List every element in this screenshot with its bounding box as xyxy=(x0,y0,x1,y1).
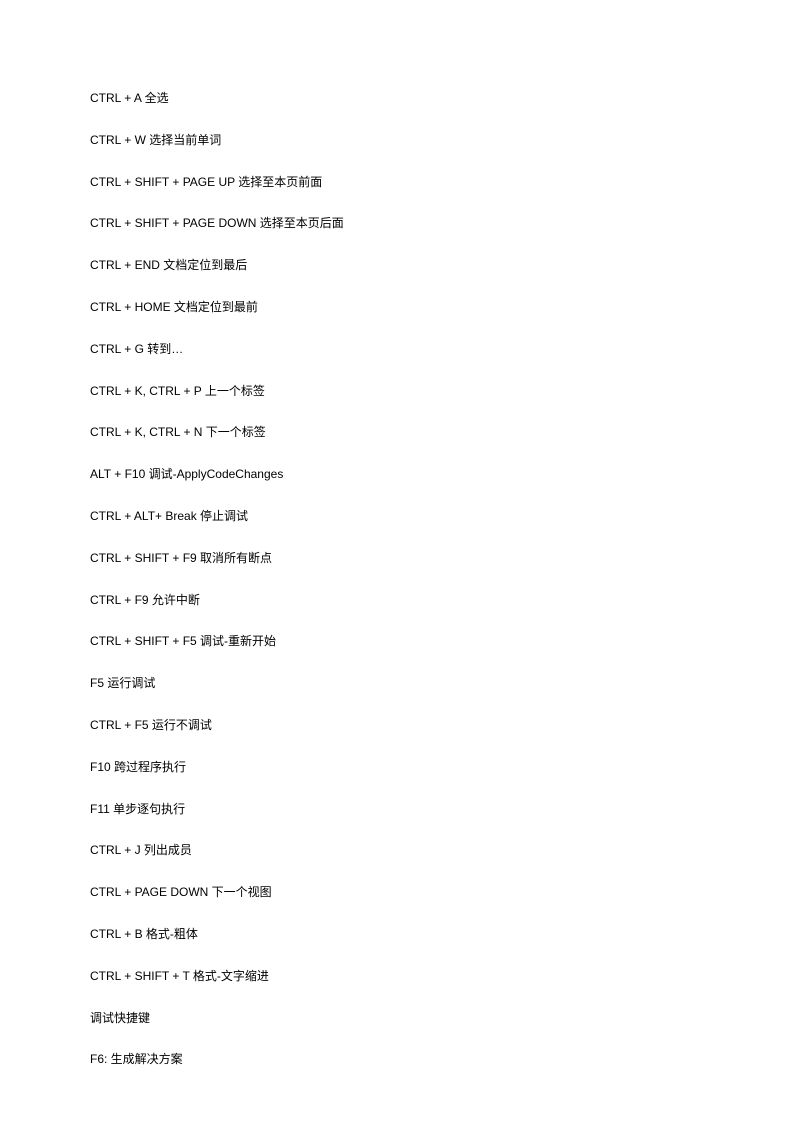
shortcut-line: F5 运行调试 xyxy=(90,675,794,692)
shortcut-line: CTRL + HOME 文档定位到最前 xyxy=(90,299,794,316)
shortcut-line: CTRL + SHIFT + PAGE UP 选择至本页前面 xyxy=(90,174,794,191)
shortcut-line: CTRL + G 转到… xyxy=(90,341,794,358)
shortcut-line: F10 跨过程序执行 xyxy=(90,759,794,776)
shortcut-line: CTRL + K, CTRL + P 上一个标签 xyxy=(90,383,794,400)
shortcut-line: CTRL + W 选择当前单词 xyxy=(90,132,794,149)
shortcut-line: CTRL + PAGE DOWN 下一个视图 xyxy=(90,884,794,901)
shortcut-line: CTRL + B 格式-粗体 xyxy=(90,926,794,943)
shortcut-line: CTRL + ALT+ Break 停止调试 xyxy=(90,508,794,525)
shortcut-line: F6: 生成解决方案 xyxy=(90,1051,794,1068)
shortcut-line: CTRL + SHIFT + T 格式-文字缩进 xyxy=(90,968,794,985)
shortcut-line: CTRL + J 列出成员 xyxy=(90,842,794,859)
shortcut-line: F11 单步逐句执行 xyxy=(90,801,794,818)
shortcut-line: CTRL + F5 运行不调试 xyxy=(90,717,794,734)
shortcut-line: CTRL + SHIFT + F9 取消所有断点 xyxy=(90,550,794,567)
shortcut-line: CTRL + K, CTRL + N 下一个标签 xyxy=(90,424,794,441)
shortcut-line: CTRL + F9 允许中断 xyxy=(90,592,794,609)
shortcut-line: CTRL + SHIFT + F5 调试-重新开始 xyxy=(90,633,794,650)
shortcut-line: ALT + F10 调试-ApplyCodeChanges xyxy=(90,466,794,483)
shortcut-line: CTRL + END 文档定位到最后 xyxy=(90,257,794,274)
shortcut-line: CTRL + A 全选 xyxy=(90,90,794,107)
section-heading: 调试快捷键 xyxy=(90,1010,794,1027)
shortcut-line: CTRL + SHIFT + PAGE DOWN 选择至本页后面 xyxy=(90,215,794,232)
